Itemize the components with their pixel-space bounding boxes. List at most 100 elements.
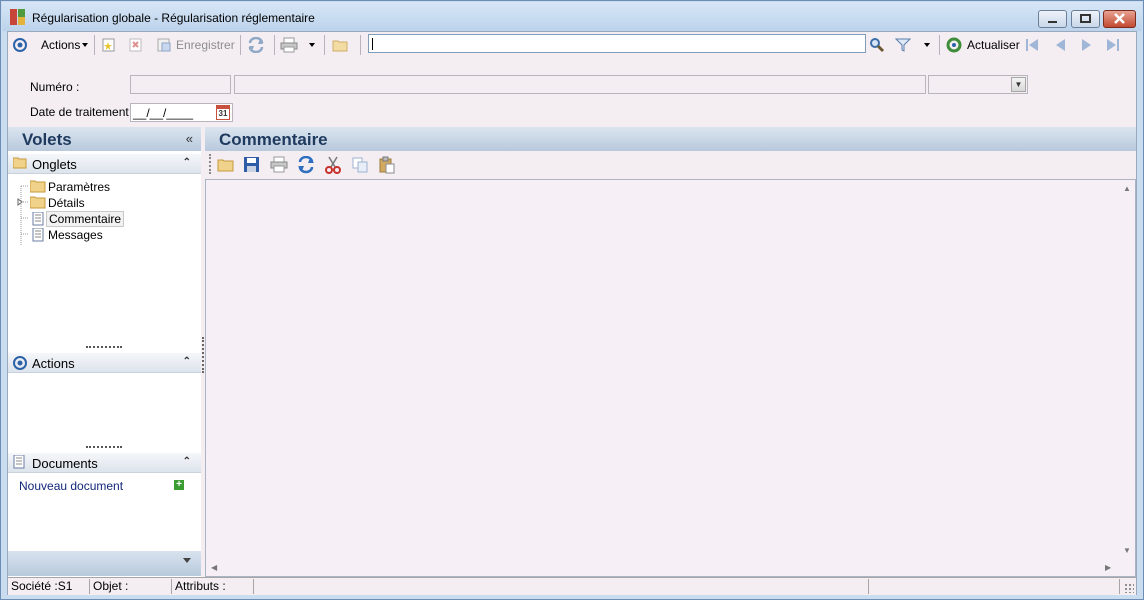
print-dropdown-button[interactable]: [307, 36, 317, 54]
enregistrer-label: Enregistrer: [176, 38, 235, 52]
previous-record-button[interactable]: [1052, 36, 1068, 54]
search-button[interactable]: [869, 36, 885, 54]
commentaire-title: Commentaire: [219, 130, 328, 149]
first-record-button[interactable]: [1024, 36, 1040, 54]
filter-dropdown-button[interactable]: [922, 36, 932, 54]
calendar-icon[interactable]: 31: [216, 105, 230, 120]
date-field[interactable]: __/__/____ 31: [130, 103, 233, 122]
delete-button[interactable]: [128, 36, 144, 54]
paste-icon[interactable]: [378, 156, 396, 174]
dropdown-arrow-icon: [924, 43, 930, 47]
actions-section-header[interactable]: Actions ⌃: [8, 353, 201, 373]
printer-icon[interactable]: [270, 156, 288, 174]
actions-icon: [13, 356, 27, 370]
numero-field[interactable]: [130, 75, 231, 94]
title-bar[interactable]: Régularisation globale - Régularisation …: [2, 2, 1142, 31]
chevron-down-icon[interactable]: ▼: [1011, 77, 1026, 92]
document-icon: [32, 211, 44, 225]
window-title: Régularisation globale - Régularisation …: [32, 11, 315, 25]
actions-menu-icon[interactable]: [12, 36, 28, 54]
resize-grip-icon[interactable]: [1124, 583, 1134, 593]
search-icon: [870, 38, 885, 53]
minimize-button[interactable]: [1038, 10, 1067, 28]
onglets-title: Onglets: [32, 157, 77, 172]
collapse-section-icon[interactable]: ⌃: [183, 356, 191, 367]
save-icon: [157, 38, 171, 52]
sync-icon: [248, 37, 264, 53]
open-folder-button[interactable]: [332, 36, 348, 54]
folder-icon: [30, 180, 46, 193]
date-value: __/__/____: [133, 106, 194, 120]
toolbar-separator: [939, 35, 940, 55]
tree-item-label: Détails: [48, 195, 85, 210]
status-empty-cell: [254, 579, 869, 594]
print-button[interactable]: [280, 36, 298, 54]
numero-option-select[interactable]: ▼: [928, 75, 1028, 94]
collapse-panel-icon[interactable]: «: [186, 131, 193, 146]
dropdown-arrow-icon: [82, 43, 89, 47]
scroll-down-icon[interactable]: ▼: [1123, 546, 1131, 555]
close-button[interactable]: [1103, 10, 1136, 28]
nouveau-document-link[interactable]: Nouveau document: [19, 479, 123, 493]
chevron-down-icon[interactable]: [183, 558, 191, 563]
tree-item-label: Paramètres: [48, 179, 111, 194]
actions-menu-button[interactable]: Actions: [41, 36, 90, 54]
volets-header: Volets «: [8, 127, 201, 151]
panel-splitter[interactable]: [202, 337, 204, 373]
tree-item-parametres[interactable]: Paramètres: [30, 179, 112, 194]
close-icon: [1114, 13, 1125, 24]
scroll-right-icon[interactable]: ▶: [1105, 563, 1111, 572]
volets-panel: Volets « Onglets ⌃ Paramètres Détails Co…: [8, 127, 201, 577]
enregistrer-button[interactable]: Enregistrer: [156, 36, 235, 54]
application-window: Régularisation globale - Régularisation …: [0, 0, 1144, 600]
new-button[interactable]: [101, 36, 117, 54]
main-toolbar: Actions Enregistrer Actualiser: [8, 32, 1136, 58]
filter-button[interactable]: [895, 36, 911, 54]
actions-label: Actions: [41, 38, 81, 52]
status-empty-cell: [869, 579, 1120, 594]
toolbar-grip[interactable]: [209, 154, 211, 174]
add-icon[interactable]: +: [174, 480, 184, 490]
status-attributs: Attributs :: [172, 579, 254, 594]
section-resize-handle[interactable]: [86, 446, 122, 448]
numero-description-field[interactable]: [234, 75, 926, 94]
maximize-icon: [1080, 14, 1091, 23]
section-resize-handle[interactable]: [86, 346, 122, 348]
tree-item-details[interactable]: Détails: [30, 195, 87, 210]
maximize-button[interactable]: [1071, 10, 1100, 28]
actualiser-button[interactable]: Actualiser: [946, 36, 1020, 54]
status-societe: Société :S1: [8, 579, 90, 594]
copy-icon[interactable]: [351, 156, 369, 174]
status-bar: Société :S1 Objet : Attributs :: [8, 577, 1136, 595]
tree-item-messages[interactable]: Messages: [30, 227, 105, 242]
numero-label: Numéro :: [30, 80, 80, 94]
collapse-section-icon[interactable]: ⌃: [183, 157, 191, 168]
sync-icon[interactable]: [297, 156, 315, 174]
minimize-icon: [1048, 21, 1057, 23]
tree-item-commentaire[interactable]: Commentaire: [30, 210, 125, 227]
open-folder-icon[interactable]: [217, 156, 235, 174]
documents-section-header[interactable]: Documents ⌃: [8, 453, 201, 473]
panel-overflow-bar[interactable]: [8, 551, 201, 576]
refresh-arrows-button[interactable]: [247, 36, 265, 54]
delete-icon: [129, 38, 142, 52]
scroll-up-icon[interactable]: ▲: [1123, 184, 1131, 193]
vertical-scrollbar[interactable]: ▲ ▼: [1119, 180, 1135, 560]
horizontal-scrollbar[interactable]: ◀ ▶: [206, 560, 1120, 576]
save-icon[interactable]: [243, 156, 261, 174]
next-record-button[interactable]: [1079, 36, 1095, 54]
toolbar-separator: [360, 35, 361, 55]
search-input[interactable]: [368, 34, 866, 53]
volets-title: Volets: [22, 130, 72, 149]
folder-icon: [30, 196, 46, 209]
collapse-section-icon[interactable]: ⌃: [183, 456, 191, 467]
first-icon: [1026, 39, 1038, 51]
cut-icon[interactable]: [324, 156, 342, 174]
new-record-icon: [102, 38, 115, 52]
dropdown-arrow-icon: [309, 43, 315, 47]
commentaire-editor[interactable]: ▲ ▼ ◀ ▶: [205, 179, 1136, 577]
last-record-button[interactable]: [1105, 36, 1121, 54]
previous-icon: [1056, 39, 1065, 51]
scroll-left-icon[interactable]: ◀: [211, 563, 217, 572]
onglets-section-header[interactable]: Onglets ⌃: [8, 154, 201, 174]
